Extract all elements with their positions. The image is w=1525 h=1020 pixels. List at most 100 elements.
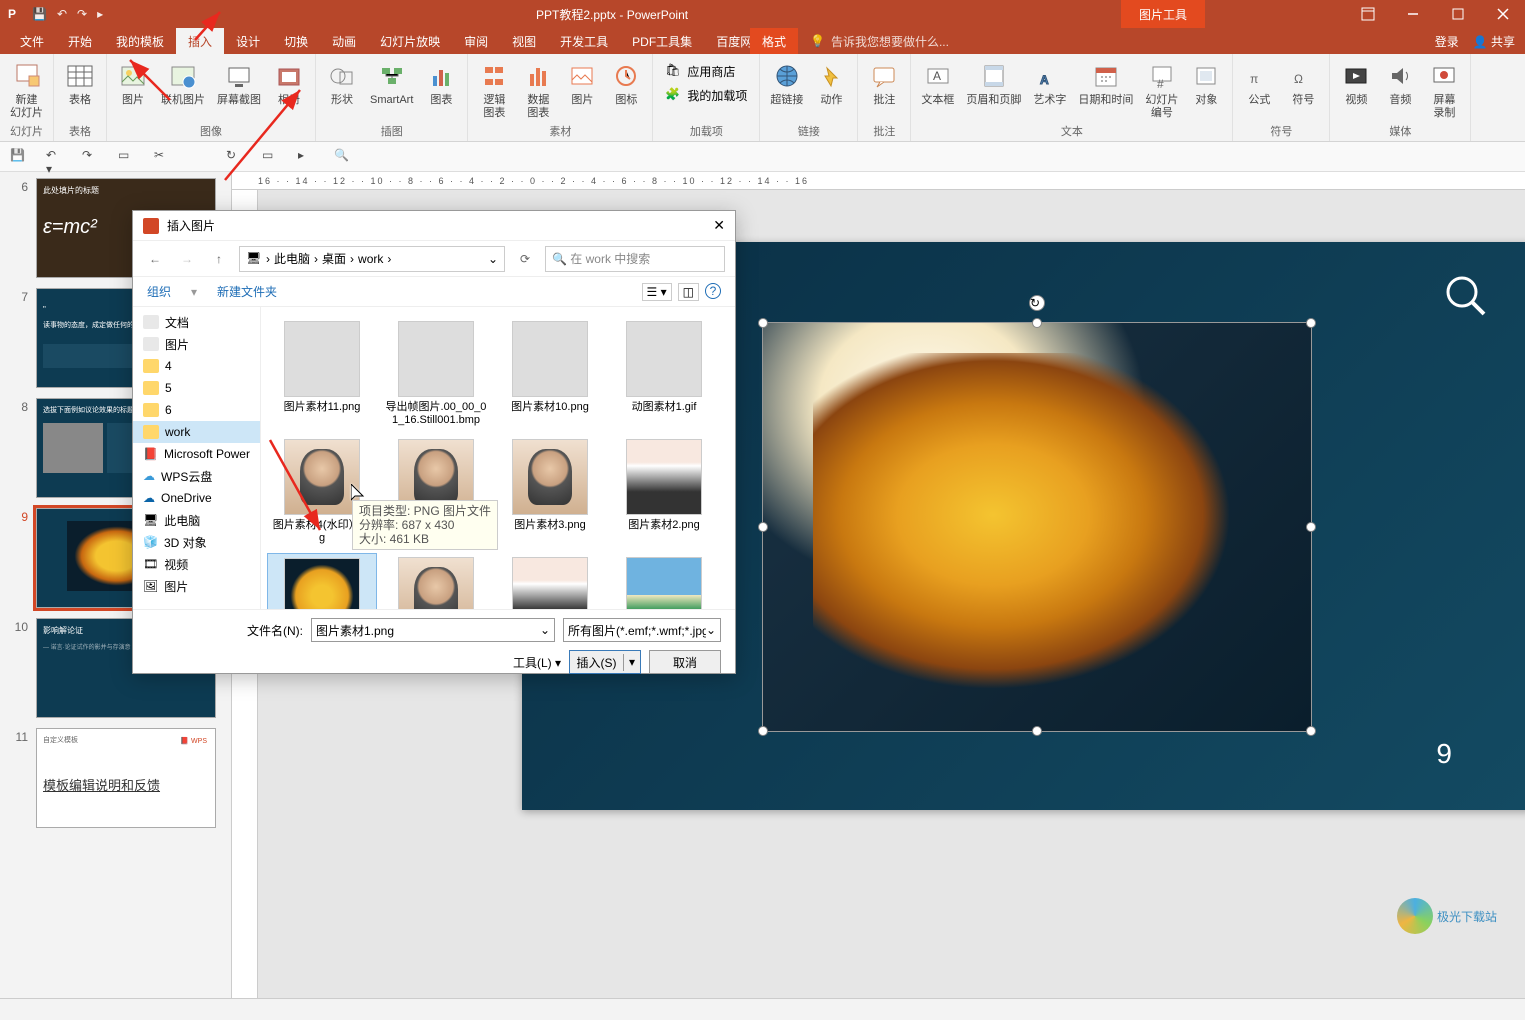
app-store-button[interactable]: 🛍应用商店 [665, 60, 747, 82]
tab-format[interactable]: 格式 [750, 28, 798, 54]
textbox-button[interactable]: A文本框 [917, 58, 958, 109]
tree-item[interactable]: 文档 [133, 311, 260, 333]
cut-icon[interactable]: ✂ [154, 148, 172, 166]
resize-handle-n[interactable] [1032, 318, 1042, 328]
tree-item[interactable]: 📕Microsoft Power [133, 443, 260, 465]
video-button[interactable]: 视频 [1336, 58, 1376, 109]
file-item[interactable]: 图片素材02.jpg [609, 553, 719, 609]
tree-item[interactable]: 4 [133, 355, 260, 377]
hyperlink-button[interactable]: 超链接 [766, 58, 807, 109]
refresh-icon[interactable]: ⟳ [513, 247, 537, 271]
undo-icon[interactable]: ↶ ▾ [46, 148, 64, 166]
datetime-button[interactable]: 日期和时间 [1074, 58, 1137, 109]
material-icon-button[interactable]: 图标 [606, 58, 646, 109]
picture-button[interactable]: 图片 [113, 58, 153, 109]
file-filter-dropdown[interactable]: 所有图片(*.emf;*.wmf;*.jpg;*.jj⌄ [563, 618, 721, 642]
object-button[interactable]: 对象 [1186, 58, 1226, 109]
preview-pane-icon[interactable]: ◫ [678, 283, 699, 301]
file-item[interactable]: 图片素材2.png [609, 435, 719, 549]
help-icon[interactable]: ? [705, 283, 721, 299]
tree-item[interactable]: work [133, 421, 260, 443]
find-icon[interactable]: 🔍 [334, 148, 352, 166]
shapes-button[interactable]: 形状 [322, 58, 362, 109]
resize-handle-ne[interactable] [1306, 318, 1316, 328]
tab-design[interactable]: 设计 [224, 28, 272, 54]
new-slide-icon[interactable]: ▭ [118, 148, 136, 166]
action-button[interactable]: 动作 [811, 58, 851, 109]
rotate-handle[interactable]: ↻ [1029, 295, 1045, 311]
symbol-button[interactable]: Ω符号 [1283, 58, 1323, 109]
tab-developer[interactable]: 开发工具 [548, 28, 620, 54]
nav-up-icon[interactable]: ↑ [207, 247, 231, 271]
file-item[interactable]: 图片素材3.png [495, 435, 605, 549]
tell-me[interactable]: 💡告诉我您想要做什么... [810, 33, 949, 50]
close-icon[interactable] [1480, 0, 1525, 28]
file-list[interactable]: 图片素材11.png导出帧图片.00_00_01_16.Still001.bmp… [261, 307, 735, 609]
tab-animation[interactable]: 动画 [320, 28, 368, 54]
slide-number-button[interactable]: #幻灯片 编号 [1141, 58, 1182, 122]
save-icon[interactable]: 💾 [10, 148, 28, 166]
cancel-button[interactable]: 取消 [649, 650, 721, 674]
resize-handle-nw[interactable] [758, 318, 768, 328]
file-item[interactable]: 图片素材10.png [495, 317, 605, 431]
file-item[interactable]: 图片素材1.png [267, 553, 377, 609]
file-item[interactable]: 2022-12-02_143733_看图王_副本.png [495, 553, 605, 609]
header-footer-button[interactable]: 页眉和页脚 [962, 58, 1025, 109]
start-slideshow-icon[interactable]: ▸ [97, 7, 103, 21]
breadcrumb[interactable]: 🖥 ›此电脑 ›桌面 ›work› ⌄ [239, 246, 505, 272]
tab-insert[interactable]: 插入 [176, 28, 224, 54]
redo-icon[interactable]: ↷ [77, 7, 87, 21]
tab-slideshow[interactable]: 幻灯片放映 [368, 28, 452, 54]
tree-item[interactable]: ☁OneDrive [133, 487, 260, 509]
resize-handle-w[interactable] [758, 522, 768, 532]
tree-item[interactable]: 🖥此电脑 [133, 509, 260, 531]
logic-chart-button[interactable]: 逻辑 图表 [474, 58, 514, 122]
new-slide-button[interactable]: 新建 幻灯片 [6, 58, 47, 122]
view-options-icon[interactable]: ☰ ▾ [642, 283, 672, 301]
tools-dropdown[interactable]: 工具(L) ▾ [513, 654, 561, 671]
online-picture-button[interactable]: 联机图片 [157, 58, 209, 109]
file-item[interactable]: 动图素材1.gif [609, 317, 719, 431]
tree-item[interactable]: ☁WPS云盘 [133, 465, 260, 487]
file-item[interactable]: 图片素材11.png [267, 317, 377, 431]
my-addins-button[interactable]: 🧩我的加载项 [665, 84, 747, 106]
table-button[interactable]: 表格 [60, 58, 100, 109]
tab-review[interactable]: 审阅 [452, 28, 500, 54]
insert-object-icon[interactable]: ▭ [262, 148, 280, 166]
nav-forward-icon[interactable]: → [175, 247, 199, 271]
tree-item[interactable]: 5 [133, 377, 260, 399]
resize-handle-e[interactable] [1306, 522, 1316, 532]
nav-back-icon[interactable]: ← [143, 247, 167, 271]
insert-button[interactable]: 插入(S)▾ [569, 650, 641, 674]
smartart-button[interactable]: SmartArt [366, 58, 417, 109]
ribbon-options-icon[interactable] [1345, 0, 1390, 28]
tree-item[interactable]: 6 [133, 399, 260, 421]
file-item[interactable]: 图片素材.png [381, 553, 491, 609]
inserted-image[interactable]: ↻ [762, 322, 1312, 732]
tree-item[interactable]: 🎞视频 [133, 553, 260, 575]
chart-button[interactable]: 图表 [421, 58, 461, 109]
data-chart-button[interactable]: 数据 图表 [518, 58, 558, 122]
refresh-icon[interactable]: ↻ [226, 148, 244, 166]
slideshow-icon[interactable]: ▸ [298, 148, 316, 166]
search-input[interactable]: 🔍 在 work 中搜索 [545, 246, 725, 272]
screenshot-button[interactable]: 屏幕截图 [213, 58, 265, 109]
resize-handle-sw[interactable] [758, 726, 768, 736]
new-folder-button[interactable]: 新建文件夹 [217, 283, 277, 300]
album-button[interactable]: 相册 [269, 58, 309, 109]
tree-item[interactable]: 图片 [133, 333, 260, 355]
redo-icon[interactable]: ↷ [82, 148, 100, 166]
tab-transition[interactable]: 切换 [272, 28, 320, 54]
resize-handle-s[interactable] [1032, 726, 1042, 736]
equation-button[interactable]: π公式 [1239, 58, 1279, 109]
maximize-icon[interactable] [1435, 0, 1480, 28]
tab-file[interactable]: 文件 [8, 28, 56, 54]
tab-home[interactable]: 开始 [56, 28, 104, 54]
tab-view[interactable]: 视图 [500, 28, 548, 54]
file-item[interactable]: 导出帧图片.00_00_01_16.Still001.bmp [381, 317, 491, 431]
login-link[interactable]: 登录 [1435, 33, 1459, 50]
undo-icon[interactable]: ↶ [57, 7, 67, 21]
organize-button[interactable]: 组织 [147, 283, 171, 300]
save-icon[interactable]: 💾 [32, 7, 47, 21]
share-button[interactable]: 👤 共享 [1473, 33, 1515, 50]
